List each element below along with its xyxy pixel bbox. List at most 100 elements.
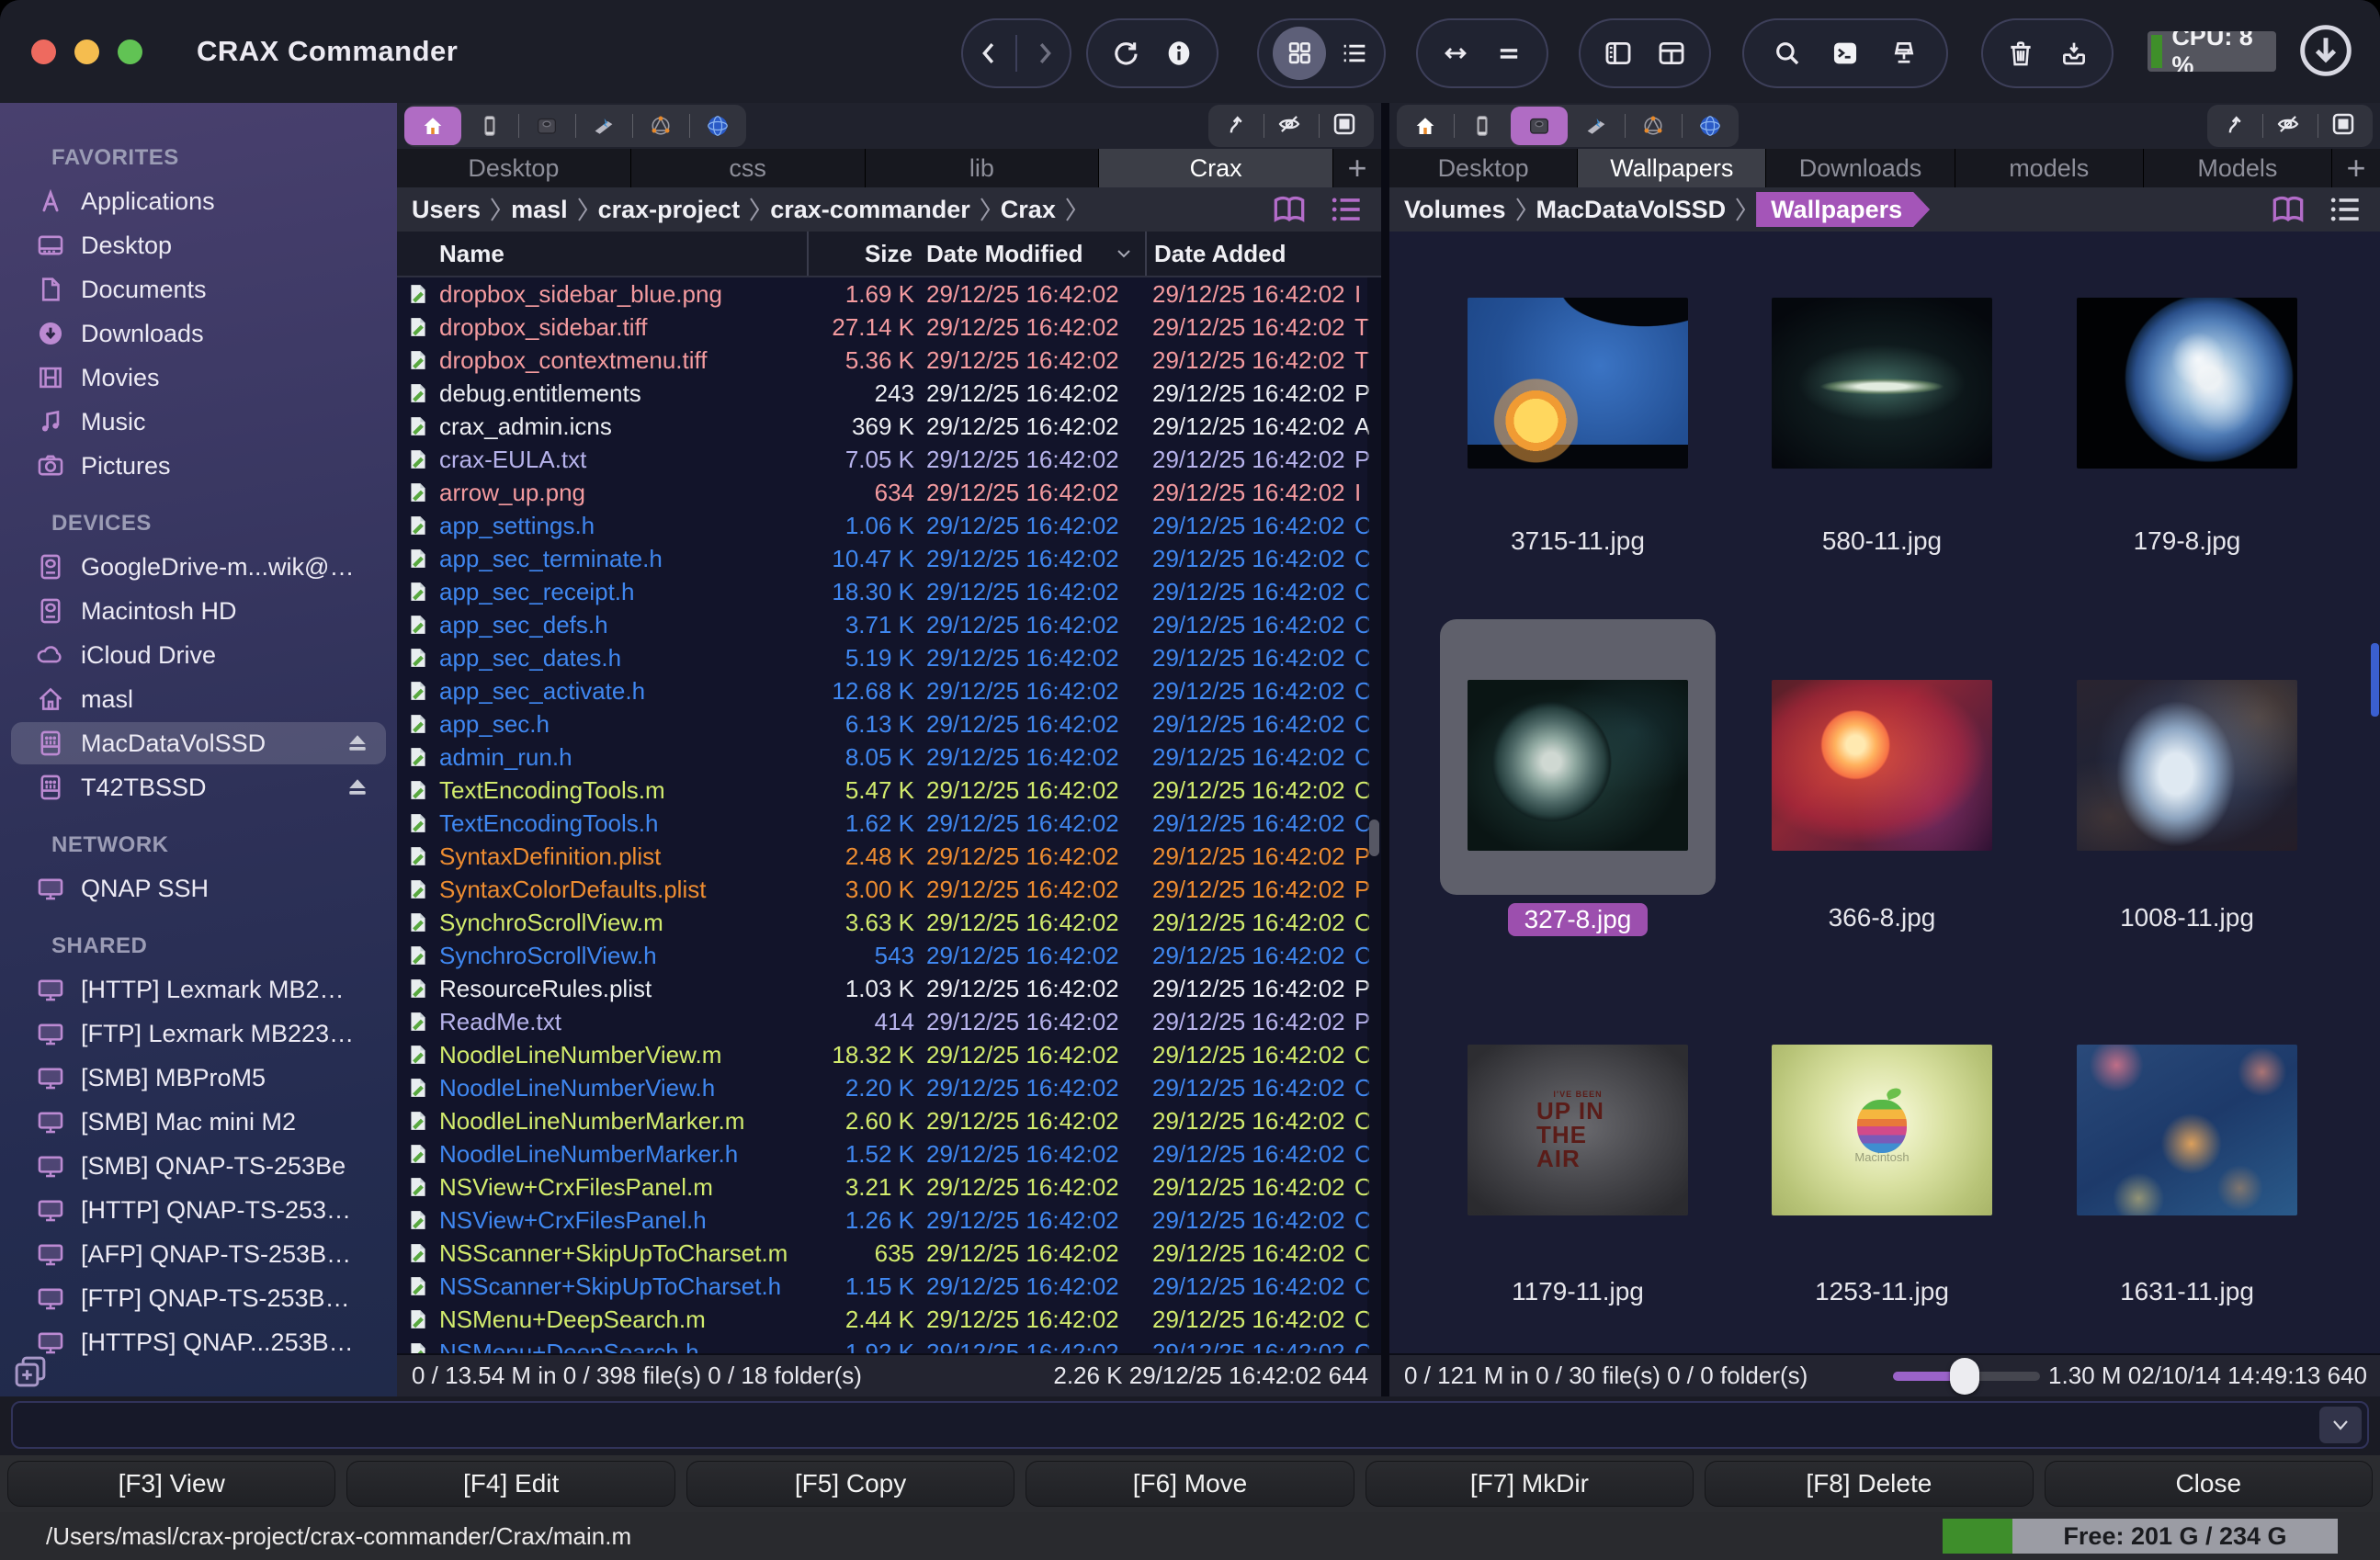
sidebar-item--afp-qnap-ts-253be-afp-[interactable]: [AFP] QNAP-TS-253Be(AFP): [11, 1233, 386, 1275]
breadcrumb-current[interactable]: Wallpapers: [1756, 192, 1930, 227]
sidebar-item-applications[interactable]: Applications: [11, 180, 386, 222]
cpu-monitor[interactable]: CPU: 8 %: [2148, 31, 2276, 72]
list-view-button[interactable]: [1339, 38, 1370, 69]
zoom-window-button[interactable]: [118, 40, 142, 64]
tab-desktop[interactable]: Desktop: [1389, 149, 1578, 187]
sidebar-item--smb-mbprom5[interactable]: [SMB] MBProM5: [11, 1057, 386, 1099]
downloads-progress-button[interactable]: [2295, 20, 2356, 81]
table-row[interactable]: NoodleLineNumberMarker.h1.52 K29/12/25 1…: [397, 1137, 1381, 1170]
minimize-window-button[interactable]: [74, 40, 99, 64]
breadcrumb-item[interactable]: Users: [412, 196, 481, 224]
table-row[interactable]: NSMenu+DeepSearch.h1.92 K29/12/25 16:42:…: [397, 1336, 1381, 1355]
external-disk-location-icon[interactable]: [1511, 107, 1568, 145]
eject-icon[interactable]: [344, 729, 371, 757]
thumbnail-1008-11.jpg[interactable]: [2077, 680, 2297, 851]
flash-disk-location-icon[interactable]: [1568, 107, 1625, 145]
network-drive-icon[interactable]: [1888, 38, 1920, 69]
table-row[interactable]: admin_run.h8.05 K29/12/25 16:42:0229/12/…: [397, 740, 1381, 774]
pane-splitter[interactable]: [1381, 103, 1389, 1396]
sidebar-panel-icon[interactable]: [1603, 38, 1634, 69]
sidebar-item-masl[interactable]: masl: [11, 678, 386, 720]
table-row[interactable]: TextEncodingTools.m5.47 K29/12/25 16:42:…: [397, 774, 1381, 807]
table-row[interactable]: ReadMe.txt41429/12/25 16:42:0229/12/25 1…: [397, 1005, 1381, 1038]
thumbnail-label[interactable]: 327-8.jpg: [1431, 903, 1725, 936]
table-row[interactable]: arrow_up.png63429/12/25 16:42:0229/12/25…: [397, 476, 1381, 509]
thumbnail-label[interactable]: 580-11.jpg: [1735, 526, 2029, 556]
table-row[interactable]: NoodleLineNumberView.m18.32 K29/12/25 16…: [397, 1038, 1381, 1071]
thumbnail-size-slider[interactable]: [1893, 1358, 2040, 1395]
left-pane-scrollbar[interactable]: [1367, 277, 1381, 1355]
sidebar-item-icloud-drive[interactable]: iCloud Drive: [11, 634, 386, 676]
table-row[interactable]: dropbox_sidebar.tiff27.14 K29/12/25 16:4…: [397, 311, 1381, 344]
new-tab-button[interactable]: +: [2332, 149, 2380, 187]
sidebar-item-googledrive-m-wik-gmail-com[interactable]: GoogleDrive-m...wik@gmail.com: [11, 546, 386, 588]
bookmarks-icon[interactable]: [2266, 189, 2310, 230]
refresh-icon[interactable]: [1110, 38, 1141, 69]
sort-reverse-icon[interactable]: [1208, 107, 1264, 145]
breadcrumb-item[interactable]: crax-commander: [770, 196, 970, 224]
info-icon[interactable]: [1163, 38, 1195, 69]
function-button--f8-delete[interactable]: [F8] Delete: [1705, 1461, 2033, 1507]
sidebar-item-macdatavolssd[interactable]: MacDataVolSSD: [11, 722, 386, 764]
toppanel-icon[interactable]: [1656, 38, 1687, 69]
table-row[interactable]: NSView+CrxFilesPanel.h1.26 K29/12/25 16:…: [397, 1204, 1381, 1237]
thumbnail-label[interactable]: 3715-11.jpg: [1431, 526, 1725, 556]
command-input[interactable]: [11, 1401, 2369, 1449]
sidebar-item--ftp-qnap-ts-253be-ftp-[interactable]: [FTP] QNAP-TS-253Be(FTP): [11, 1277, 386, 1319]
home-location-icon[interactable]: [404, 107, 461, 145]
fullscreen-panel-icon[interactable]: [2318, 107, 2373, 145]
trash-icon[interactable]: [2005, 38, 2036, 69]
sidebar-item-music[interactable]: Music: [11, 401, 386, 443]
column-header-name[interactable]: Name: [439, 240, 807, 268]
breadcrumb-item[interactable]: masl: [511, 196, 568, 224]
sidebar-item-documents[interactable]: Documents: [11, 268, 386, 311]
sidebar-item-macintosh-hd[interactable]: Macintosh HD: [11, 590, 386, 632]
table-row[interactable]: SyntaxColorDefaults.plist3.00 K29/12/25 …: [397, 873, 1381, 906]
tab-downloads[interactable]: Downloads: [1766, 149, 1955, 187]
sidebar-item--smb-mac-mini-m2[interactable]: [SMB] Mac mini M2: [11, 1101, 386, 1143]
show-hidden-files-icon[interactable]: [2262, 107, 2318, 145]
table-row[interactable]: app_sec_defs.h3.71 K29/12/25 16:42:0229/…: [397, 608, 1381, 641]
column-header-date-added[interactable]: Date Added: [1145, 232, 1351, 276]
iphone-location-icon[interactable]: [1454, 107, 1511, 145]
thumbnail-1631-11.jpg[interactable]: [2077, 1045, 2297, 1215]
function-button--f3-view[interactable]: [F3] View: [7, 1461, 335, 1507]
thumbnail-327-8.jpg[interactable]: [1468, 680, 1688, 851]
iphone-location-icon[interactable]: [461, 107, 518, 145]
show-hidden-files-icon[interactable]: [1264, 107, 1319, 145]
sidebar-item--http-qnap-ts-253be[interactable]: [HTTP] QNAP-TS-253Be: [11, 1189, 386, 1231]
slider-knob[interactable]: [1950, 1358, 1979, 1395]
sort-reverse-icon[interactable]: [2207, 107, 2262, 145]
table-row[interactable]: debug.entitlements24329/12/25 16:42:0229…: [397, 377, 1381, 410]
sidebar-item-qnap-ssh[interactable]: QNAP SSH: [11, 867, 386, 910]
breadcrumb-item[interactable]: Crax: [1001, 196, 1056, 224]
thumbnail-label[interactable]: 179-8.jpg: [2040, 526, 2334, 556]
grid-view-button[interactable]: [1273, 27, 1326, 80]
tab-lib[interactable]: lib: [866, 149, 1100, 187]
table-row[interactable]: dropbox_contextmenu.tiff5.36 K29/12/25 1…: [397, 344, 1381, 377]
table-row[interactable]: NSScanner+SkipUpToCharset.m63529/12/25 1…: [397, 1237, 1381, 1270]
table-row[interactable]: app_sec_receipt.h18.30 K29/12/25 16:42:0…: [397, 575, 1381, 608]
swap-panels-icon[interactable]: [1440, 38, 1471, 69]
internet-location-icon[interactable]: [689, 107, 746, 145]
tab-models[interactable]: models: [1955, 149, 2144, 187]
table-row[interactable]: app_sec_activate.h12.68 K29/12/25 16:42:…: [397, 674, 1381, 707]
thumbnail-label[interactable]: 1008-11.jpg: [2040, 903, 2334, 933]
tab-models[interactable]: Models: [2144, 149, 2332, 187]
function-button--f4-edit[interactable]: [F4] Edit: [346, 1461, 674, 1507]
thumbnail-label[interactable]: 1253-11.jpg: [1735, 1277, 2029, 1306]
fullscreen-panel-icon[interactable]: [1319, 107, 1374, 145]
tab-css[interactable]: css: [631, 149, 866, 187]
table-row[interactable]: crax_admin.icns369 K29/12/25 16:42:0229/…: [397, 410, 1381, 443]
sidebar-item-movies[interactable]: Movies: [11, 356, 386, 399]
table-row[interactable]: app_sec.h6.13 K29/12/25 16:42:0229/12/25…: [397, 707, 1381, 740]
left-pane-scrollbar-thumb[interactable]: [1369, 820, 1379, 856]
forward-icon[interactable]: [1028, 38, 1060, 69]
function-button-close[interactable]: Close: [2045, 1461, 2373, 1507]
sidebar-item--ftp-lexmark-mb2236adw[interactable]: [FTP] Lexmark MB2236adw: [11, 1012, 386, 1055]
thumbnail-580-11.jpg[interactable]: [1772, 298, 1992, 469]
function-button--f7-mkdir[interactable]: [F7] MkDir: [1366, 1461, 1694, 1507]
flash-disk-location-icon[interactable]: [575, 107, 632, 145]
table-row[interactable]: NSMenu+DeepSearch.m2.44 K29/12/25 16:42:…: [397, 1303, 1381, 1336]
table-row[interactable]: NoodleLineNumberMarker.m2.60 K29/12/25 1…: [397, 1104, 1381, 1137]
